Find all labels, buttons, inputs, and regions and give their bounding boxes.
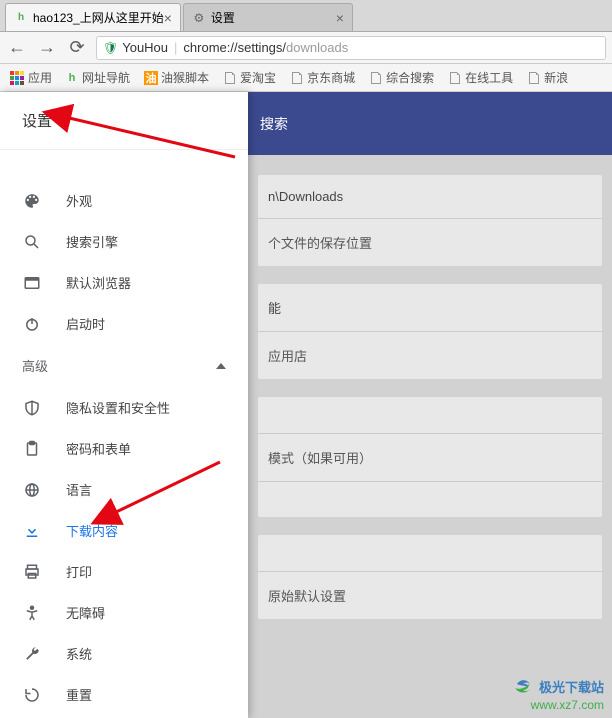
bookmark-item[interactable]: 京东商城 — [285, 69, 360, 86]
globe-icon — [22, 481, 42, 499]
accessibility-icon — [22, 604, 42, 622]
tab-title: 设置 — [211, 9, 235, 26]
tab-title: hao123_上网从这里开始 — [33, 9, 164, 26]
watermark-url: www.xz7.com — [511, 698, 604, 712]
file-icon — [223, 71, 237, 85]
sidebar-item-label: 默认浏览器 — [66, 273, 131, 292]
apps-button[interactable]: 应用 — [6, 69, 56, 86]
settings-card: 原始默认设置 — [258, 535, 602, 619]
sidebar-section-advanced[interactable]: 高级 — [0, 344, 248, 387]
omnibox-url-path: chrome://settings/ — [183, 40, 286, 55]
browser-tab-strip: h hao123_上网从这里开始 × ⚙ 设置 × — [0, 0, 612, 32]
hao123-favicon-icon: h — [65, 71, 79, 85]
bookmark-item[interactable]: 在线工具 — [443, 69, 518, 86]
sidebar-item-label: 重置 — [66, 685, 92, 704]
tab-hao123[interactable]: h hao123_上网从这里开始 × — [5, 3, 181, 31]
file-icon — [290, 71, 304, 85]
sidebar-item-privacy[interactable]: 隐私设置和安全性 — [0, 387, 248, 428]
search-icon — [22, 233, 42, 251]
sidebar-item-search-engine[interactable]: 搜索引擎 — [0, 221, 248, 262]
settings-row[interactable]: n\Downloads — [258, 175, 602, 218]
settings-row[interactable] — [258, 535, 602, 571]
sidebar-item-system[interactable]: 系统 — [0, 633, 248, 674]
sidebar-item-label: 语言 — [66, 480, 92, 499]
gear-icon: ⚙ — [192, 11, 206, 25]
sidebar-item-label: 搜索引擎 — [66, 232, 118, 251]
power-icon — [22, 315, 42, 333]
file-icon — [448, 71, 462, 85]
browser-toolbar: ← → ⟳ 🛡 YouHou | chrome://settings/downl… — [0, 32, 612, 64]
sidebar-item-label: 下载内容 — [66, 521, 118, 540]
watermark: 极光下载站 www.xz7.com — [511, 674, 604, 712]
sidebar-item-accessibility[interactable]: 无障碍 — [0, 592, 248, 633]
sidebar-item-language[interactable]: 语言 — [0, 469, 248, 510]
sidebar-item-label: 无障碍 — [66, 603, 105, 622]
omnibox-url-sub: downloads — [286, 40, 348, 55]
bookmark-item[interactable]: 油油猴脚本 — [139, 69, 214, 86]
file-icon — [527, 71, 541, 85]
close-icon[interactable]: × — [164, 10, 172, 26]
download-icon — [22, 522, 42, 540]
back-button[interactable]: ← — [6, 37, 28, 59]
apps-grid-icon — [10, 71, 24, 85]
settings-row[interactable]: 应用店 — [258, 331, 602, 379]
bookmark-item[interactable]: h网址导航 — [60, 69, 135, 86]
bookmark-item[interactable]: 爱淘宝 — [218, 69, 281, 86]
oil-icon: 油 — [144, 71, 158, 85]
hao123-favicon-icon: h — [14, 11, 28, 25]
settings-row[interactable]: 模式（如果可用） — [258, 433, 602, 481]
forward-button[interactable]: → — [36, 37, 58, 59]
content-area: 搜索 n\Downloads 个文件的保存位置 能 应用店 模式（如果可用） 原… — [0, 92, 612, 718]
settings-card: 模式（如果可用） — [258, 397, 602, 517]
settings-page-body: n\Downloads 个文件的保存位置 能 应用店 模式（如果可用） 原始默认… — [248, 155, 612, 718]
sidebar-title: 设置 — [0, 92, 248, 150]
settings-row[interactable] — [258, 397, 602, 433]
settings-card: 能 应用店 — [258, 284, 602, 379]
restore-icon — [22, 686, 42, 704]
reload-button[interactable]: ⟳ — [66, 37, 88, 59]
sidebar-item-label: 打印 — [66, 562, 92, 581]
bookmark-item[interactable]: 综合搜索 — [364, 69, 439, 86]
bookmarks-bar: 应用 h网址导航 油油猴脚本 爱淘宝 京东商城 综合搜索 在线工具 新浪 — [0, 64, 612, 92]
settings-row[interactable]: 个文件的保存位置 — [258, 218, 602, 266]
bookmark-item[interactable]: 新浪 — [522, 69, 573, 86]
sidebar-item-label: 外观 — [66, 191, 92, 210]
chevron-up-icon — [216, 363, 226, 369]
omnibox-brand: YouHou — [122, 40, 168, 55]
sidebar-item-label: 系统 — [66, 644, 92, 663]
shield-icon: 🛡 — [103, 41, 118, 55]
settings-card: n\Downloads 个文件的保存位置 — [258, 175, 602, 266]
sidebar-item-startup[interactable]: 启动时 — [0, 303, 248, 344]
sidebar-item-label: 启动时 — [66, 314, 105, 333]
palette-icon — [22, 192, 42, 210]
sidebar-item-print[interactable]: 打印 — [0, 551, 248, 592]
sidebar-item-appearance[interactable]: 外观 — [0, 180, 248, 221]
sidebar-item-label: 隐私设置和安全性 — [66, 398, 170, 417]
print-icon — [22, 563, 42, 581]
watermark-brand: 极光下载站 — [539, 677, 604, 696]
address-bar[interactable]: 🛡 YouHou | chrome://settings/downloads — [96, 36, 606, 60]
clipboard-icon — [22, 440, 42, 458]
settings-row[interactable]: 原始默认设置 — [258, 571, 602, 619]
sidebar-item-downloads[interactable]: 下载内容 — [0, 510, 248, 551]
sidebar-item-reset[interactable]: 重置 — [0, 674, 248, 715]
settings-row[interactable] — [258, 481, 602, 517]
settings-row[interactable]: 能 — [258, 284, 602, 331]
file-icon — [369, 71, 383, 85]
close-icon[interactable]: × — [336, 10, 344, 26]
sidebar-item-default-browser[interactable]: 默认浏览器 — [0, 262, 248, 303]
settings-sidebar: 设置 外观 搜索引擎 默认浏览器 启动时 高级 隐私设置和安全性 密码和 — [0, 92, 248, 718]
header-search-label: 搜索 — [260, 114, 288, 134]
browser-icon — [22, 274, 42, 292]
sidebar-item-label: 密码和表单 — [66, 439, 131, 458]
tab-settings[interactable]: ⚙ 设置 × — [183, 3, 353, 31]
logo-icon — [511, 674, 535, 698]
sidebar-item-passwords[interactable]: 密码和表单 — [0, 428, 248, 469]
shield-icon — [22, 399, 42, 417]
wrench-icon — [22, 645, 42, 663]
